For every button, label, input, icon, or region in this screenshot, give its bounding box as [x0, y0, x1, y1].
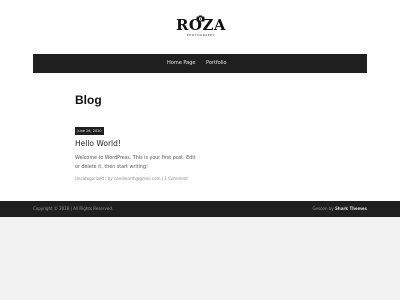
footer-credit: Gesoon by Shark Themes	[312, 201, 367, 217]
page-title: Blog	[75, 93, 102, 107]
main-navigation: Home Page Portfolio	[33, 54, 367, 73]
post-meta[interactable]: Uncategorized | by candlearth@gmail.com …	[75, 176, 188, 181]
site-footer: Copyright © 2018 | All Rights Reserved. …	[0, 201, 400, 217]
post-excerpt: Welcome to WordPress. This is your first…	[75, 156, 196, 170]
site-logo[interactable]: ROZA PHOTOGRAPHY	[176, 15, 226, 43]
page-bottom-area	[0, 217, 400, 300]
post-title-link[interactable]: Hello World!	[75, 139, 121, 148]
nav-item-portfolio[interactable]: Portfolio	[206, 54, 227, 73]
theme-credit-link[interactable]: Shark Themes	[335, 206, 367, 211]
camera-icon	[196, 15, 205, 22]
credit-prefix: Gesoon by	[312, 206, 335, 211]
post-date-badge: June 26, 2020	[75, 127, 104, 135]
logo-tagline: PHOTOGRAPHY	[186, 33, 216, 37]
footer-copyright: Copyright © 2018 | All Rights Reserved.	[33, 206, 114, 211]
nav-item-home[interactable]: Home Page	[167, 54, 195, 73]
